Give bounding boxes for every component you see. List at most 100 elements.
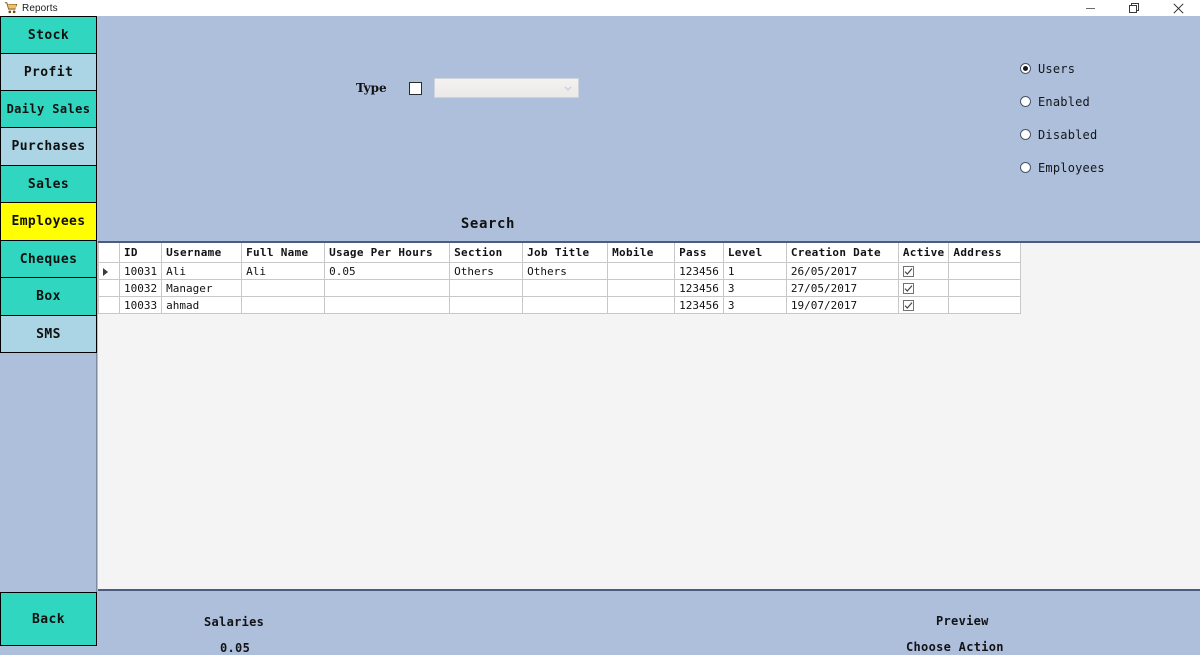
sidebar-item-sales[interactable]: Sales xyxy=(0,166,97,203)
radio-disabled[interactable]: Disabled xyxy=(1020,118,1105,151)
cell-usage[interactable]: 0.05 xyxy=(324,262,451,280)
cell-pass[interactable]: 123456 xyxy=(674,279,724,297)
back-button[interactable]: Back xyxy=(0,592,97,646)
cell-address[interactable] xyxy=(948,279,1022,297)
sidebar-item-sms[interactable]: SMS xyxy=(0,316,97,353)
cell-level[interactable]: 3 xyxy=(722,296,787,314)
choose-action-button[interactable]: Choose Action xyxy=(906,640,1004,654)
sidebar-item-label: Daily Sales xyxy=(6,102,91,116)
row-selector-header xyxy=(98,243,120,263)
cell-creation-date[interactable]: 27/05/2017 xyxy=(785,279,899,297)
col-usage-per-hours[interactable]: Usage Per Hours xyxy=(324,243,451,263)
cell-active[interactable] xyxy=(897,279,950,297)
window-title: Reports xyxy=(22,2,58,14)
minimize-button[interactable] xyxy=(1068,0,1112,16)
filter-radio-group: Users Enabled Disabled Employees xyxy=(1020,52,1105,184)
sidebar-item-label: Box xyxy=(36,289,61,304)
col-level[interactable]: Level xyxy=(722,243,787,263)
table-row[interactable]: 10032 Manager 123456 3 27/05/2017 xyxy=(98,279,1022,297)
sidebar-item-cheques[interactable]: Cheques xyxy=(0,241,97,278)
cell-active[interactable] xyxy=(897,296,950,314)
sidebar-item-stock[interactable]: Stock xyxy=(0,16,97,54)
cell-pass[interactable]: 123456 xyxy=(674,296,724,314)
row-selector-cell[interactable] xyxy=(98,279,120,297)
cell-mobile[interactable] xyxy=(607,262,676,280)
type-label: Type xyxy=(356,81,387,95)
col-section[interactable]: Section xyxy=(449,243,524,263)
cell-mobile[interactable] xyxy=(607,279,676,297)
cell-pass[interactable]: 123456 xyxy=(674,262,724,280)
sidebar-item-label: Cheques xyxy=(19,251,78,267)
cell-job-title[interactable]: Others xyxy=(522,262,609,280)
cell-usage[interactable] xyxy=(324,296,451,314)
radio-users-indicator xyxy=(1020,63,1031,74)
active-checkbox[interactable] xyxy=(902,300,914,311)
col-address[interactable]: Address xyxy=(948,243,1022,263)
col-job-title[interactable]: Job Title xyxy=(522,243,609,263)
salaries-label: Salaries xyxy=(204,615,265,629)
cell-creation-date[interactable]: 26/05/2017 xyxy=(785,262,899,280)
table-header-row: ID Username Full Name Usage Per Hours Se… xyxy=(98,243,1022,263)
main-content: Type Users Enabled Disabled Employees Se… xyxy=(98,16,1200,655)
radio-employees-indicator xyxy=(1020,162,1031,173)
cell-level[interactable]: 3 xyxy=(722,279,787,297)
cell-creation-date[interactable]: 19/07/2017 xyxy=(785,296,899,314)
col-active[interactable]: Active xyxy=(897,243,950,263)
sidebar-item-profit[interactable]: Profit xyxy=(0,54,97,91)
type-filter-row: Type xyxy=(356,78,579,98)
cell-section[interactable] xyxy=(449,296,524,314)
cell-address[interactable] xyxy=(948,296,1022,314)
cell-id[interactable]: 10033 xyxy=(118,296,163,314)
row-pointer-icon xyxy=(103,267,108,276)
cell-id[interactable]: 10031 xyxy=(118,262,163,280)
reports-window: Reports Stock Profit Daily Sales Purchas… xyxy=(0,0,1200,655)
sidebar-item-label: Stock xyxy=(27,27,70,43)
cell-active[interactable] xyxy=(897,262,950,280)
cell-job-title[interactable] xyxy=(522,279,609,297)
cell-username[interactable]: Manager xyxy=(161,279,243,297)
active-checkbox[interactable] xyxy=(902,283,914,294)
cell-username[interactable]: Ali xyxy=(161,262,243,280)
cell-level[interactable]: 1 xyxy=(722,262,787,280)
col-username[interactable]: Username xyxy=(161,243,243,263)
table-row[interactable]: 10033 ahmad 123456 3 19/07/2017 xyxy=(98,296,1022,314)
cell-id[interactable]: 10032 xyxy=(118,279,163,297)
sidebar-item-label: SMS xyxy=(36,326,61,342)
cell-username[interactable]: ahmad xyxy=(161,296,243,314)
radio-enabled-indicator xyxy=(1020,96,1031,107)
close-button[interactable] xyxy=(1156,0,1200,16)
sidebar-item-box[interactable]: Box xyxy=(0,278,97,316)
radio-employees[interactable]: Employees xyxy=(1020,151,1105,184)
col-full-name[interactable]: Full Name xyxy=(241,243,326,263)
sidebar: Stock Profit Daily Sales Purchases Sales… xyxy=(0,16,97,646)
maximize-button[interactable] xyxy=(1112,0,1156,16)
active-checkbox[interactable] xyxy=(902,266,914,277)
row-selector-cell[interactable] xyxy=(98,296,120,314)
sidebar-item-employees[interactable]: Employees xyxy=(0,203,97,241)
cell-job-title[interactable] xyxy=(522,296,609,314)
col-mobile[interactable]: Mobile xyxy=(607,243,676,263)
row-selector-cell[interactable] xyxy=(98,262,120,280)
radio-enabled[interactable]: Enabled xyxy=(1020,85,1105,118)
preview-button[interactable]: Preview xyxy=(936,614,989,628)
sidebar-item-purchases[interactable]: Purchases xyxy=(0,128,97,166)
cell-section[interactable] xyxy=(449,279,524,297)
col-creation-date[interactable]: Creation Date xyxy=(785,243,899,263)
employees-table: ID Username Full Name Usage Per Hours Se… xyxy=(98,243,1022,314)
cell-mobile[interactable] xyxy=(607,296,676,314)
table-row[interactable]: 10031 Ali Ali 0.05 Others Others 123456 … xyxy=(98,262,1022,280)
cell-full-name[interactable] xyxy=(241,279,326,297)
sidebar-item-daily-sales[interactable]: Daily Sales xyxy=(0,91,97,128)
title-bar: Reports xyxy=(0,0,1200,17)
checkmark-icon xyxy=(904,285,913,292)
type-dropdown[interactable] xyxy=(433,78,579,98)
cell-address[interactable] xyxy=(948,262,1022,280)
col-pass[interactable]: Pass xyxy=(674,243,724,263)
cell-full-name[interactable]: Ali xyxy=(241,262,326,280)
type-checkbox[interactable] xyxy=(408,81,422,95)
cell-usage[interactable] xyxy=(324,279,451,297)
cell-section[interactable]: Others xyxy=(449,262,524,280)
radio-users[interactable]: Users xyxy=(1020,52,1105,85)
cell-full-name[interactable] xyxy=(241,296,326,314)
col-id[interactable]: ID xyxy=(118,243,163,263)
